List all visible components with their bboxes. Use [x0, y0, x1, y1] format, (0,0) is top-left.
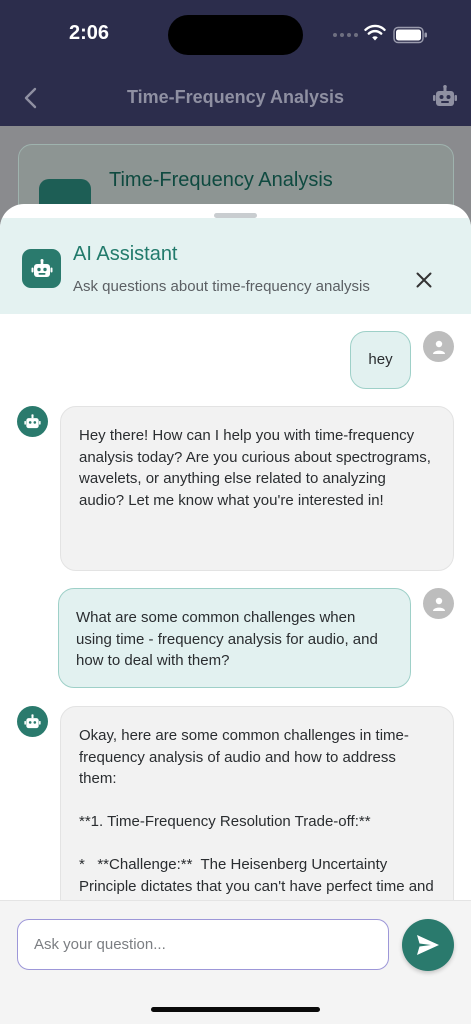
- person-icon: [432, 340, 445, 354]
- assistant-subtitle: Ask questions about time-frequency analy…: [73, 278, 370, 295]
- assistant-message: Okay, here are some common challenges in…: [60, 706, 454, 900]
- wifi-icon: [364, 24, 386, 41]
- bot-avatar: [17, 406, 48, 437]
- background-card-title: Time-Frequency Analysis: [109, 169, 333, 191]
- robot-icon: [24, 413, 41, 428]
- user-avatar: [423, 331, 454, 362]
- battery-icon: [393, 26, 427, 44]
- person-icon: [432, 597, 445, 611]
- robot-icon[interactable]: [432, 85, 458, 109]
- close-icon: [416, 272, 432, 288]
- user-message: hey: [350, 331, 411, 389]
- home-indicator: [151, 1007, 320, 1012]
- robot-icon: [24, 713, 41, 728]
- status-time: 2:06: [69, 22, 110, 44]
- app-bar: Time-Frequency Analysis: [0, 70, 471, 126]
- assistant-title: AI Assistant: [73, 243, 178, 265]
- assistant-header: AI Assistant Ask questions about time-fr…: [0, 218, 471, 314]
- assistant-sheet: AI Assistant Ask questions about time-fr…: [0, 204, 471, 1024]
- composer: [0, 900, 471, 1024]
- drag-handle[interactable]: [214, 213, 257, 218]
- message-list[interactable]: hey Hey there! How can I help you with t…: [0, 314, 471, 900]
- close-button[interactable]: [410, 266, 438, 294]
- assistant-avatar: [22, 249, 61, 288]
- cellular-signal-icon: [333, 33, 358, 37]
- question-input[interactable]: [17, 919, 389, 970]
- send-icon: [417, 935, 439, 955]
- user-message: What are some common challenges when usi…: [58, 588, 411, 688]
- assistant-message: Hey there! How can I help you with time-…: [60, 406, 454, 571]
- bot-avatar: [17, 706, 48, 737]
- status-bar: 2:06: [0, 0, 471, 70]
- page-title: Time-Frequency Analysis: [126, 87, 345, 107]
- robot-icon: [31, 258, 52, 277]
- send-button[interactable]: [402, 919, 454, 971]
- dynamic-island: [168, 15, 303, 55]
- user-avatar: [423, 588, 454, 619]
